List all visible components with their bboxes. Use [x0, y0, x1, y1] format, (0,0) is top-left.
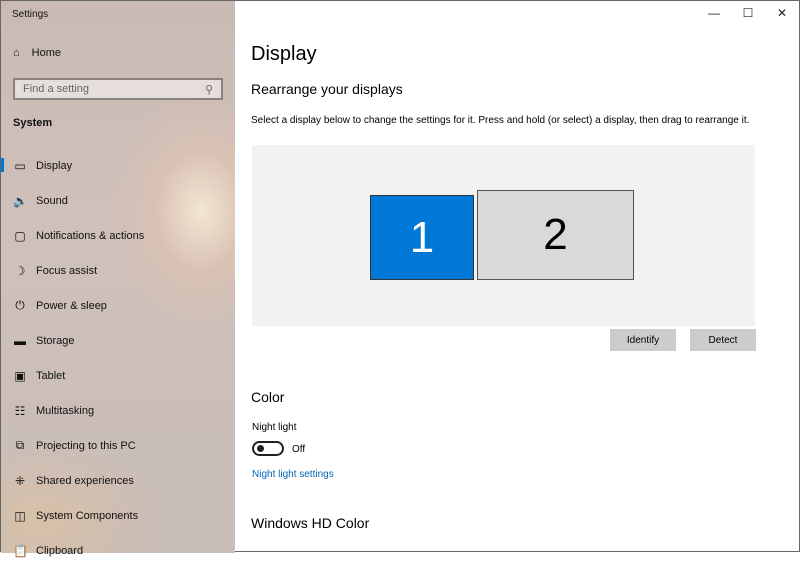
sidebar-item-label: Projecting to this PC: [36, 439, 136, 452]
main-content: — ☐ ✕ Display Rearrange your displays Se…: [235, 1, 799, 553]
home-link[interactable]: ⌂ Home: [13, 47, 61, 59]
clipboard-icon: 📋: [13, 543, 28, 558]
sidebar-item-notifications-actions[interactable]: ▢ Notifications & actions: [1, 218, 235, 253]
nav-list: ▭ Display 🔈 Sound ▢ Notifications & actions ☽ F…: [1, 148, 235, 568]
sidebar-item-label: Multitasking: [36, 404, 95, 417]
identify-button[interactable]: Identify: [610, 329, 676, 351]
app-title: Settings: [12, 9, 49, 20]
detect-button[interactable]: Detect: [690, 329, 756, 351]
home-label: Home: [31, 47, 61, 59]
search-icon: ⚲: [204, 84, 213, 96]
sidebar-item-label: Shared experiences: [36, 474, 134, 487]
section-heading: System: [13, 117, 53, 129]
storage-icon: ▬: [14, 333, 26, 348]
rearrange-description: Select a display below to change the set…: [251, 115, 750, 126]
rearrange-heading: Rearrange your displays: [251, 81, 403, 97]
sidebar-item-label: Tablet: [36, 369, 66, 382]
minimize-icon[interactable]: —: [697, 1, 731, 25]
sidebar-item-system-components[interactable]: ◫ System Components: [1, 498, 235, 533]
sidebar-item-sound[interactable]: 🔈 Sound: [1, 183, 235, 218]
night-light-settings-link[interactable]: Night light settings: [252, 469, 334, 480]
multitasking-icon: ☷: [14, 403, 26, 418]
sidebar-item-tablet[interactable]: ▣ Tablet: [1, 358, 235, 393]
sidebar-item-display[interactable]: ▭ Display: [1, 148, 235, 183]
night-light-state: Off: [292, 444, 306, 455]
shared-experiences-icon: ⁜: [14, 473, 26, 488]
maximize-icon[interactable]: ☐: [731, 1, 765, 25]
sidebar: Settings ⌂ Home Find a setting ⚲ System ▭ D…: [1, 1, 235, 558]
power-icon: ⏻: [15, 298, 25, 312]
night-light-label: Night light: [252, 422, 297, 433]
sidebar-item-label: Power & sleep: [36, 299, 107, 312]
projecting-icon: ⧉: [15, 438, 25, 452]
sidebar-item-label: Focus assist: [36, 264, 98, 277]
monitor-1[interactable]: 1: [370, 195, 474, 280]
sidebar-item-multitasking[interactable]: ☷ Multitasking: [1, 393, 235, 428]
display-arrangement: 1 2: [252, 145, 755, 326]
close-icon[interactable]: ✕: [765, 1, 799, 25]
sidebar-item-label: Notifications & actions: [36, 229, 145, 242]
search-input[interactable]: Find a setting ⚲: [13, 78, 223, 100]
components-icon: ◫: [14, 508, 26, 523]
sidebar-item-label: Storage: [36, 334, 75, 347]
search-placeholder: Find a setting: [23, 83, 90, 95]
sidebar-item-focus-assist[interactable]: ☽ Focus assist: [1, 253, 235, 288]
sidebar-item-power-sleep[interactable]: ⏻ Power & sleep: [1, 288, 235, 323]
speaker-icon: 🔈: [13, 193, 28, 208]
sidebar-item-clipboard[interactable]: 📋 Clipboard: [1, 533, 235, 568]
sidebar-item-label: Clipboard: [36, 544, 84, 557]
page-title: Display: [251, 43, 317, 65]
sidebar-item-shared-experiences[interactable]: ⁜ Shared experiences: [1, 463, 235, 498]
monitor-2[interactable]: 2: [477, 190, 634, 280]
home-icon: ⌂: [13, 47, 20, 59]
sidebar-item-label: Display: [36, 159, 73, 172]
sidebar-item-label: Sound: [36, 194, 68, 207]
hd-color-heading: Windows HD Color: [251, 515, 370, 531]
moon-icon: ☽: [14, 263, 26, 278]
tablet-icon: ▣: [14, 368, 26, 383]
sidebar-item-label: System Components: [36, 509, 139, 522]
window-controls: — ☐ ✕: [697, 1, 799, 25]
color-heading: Color: [251, 389, 285, 405]
sidebar-item-projecting-to-this-pc[interactable]: ⧉ Projecting to this PC: [1, 428, 235, 463]
monitor-icon: ▭: [14, 158, 26, 173]
night-light-toggle[interactable]: [252, 441, 284, 456]
sidebar-item-storage[interactable]: ▬ Storage: [1, 323, 235, 358]
notification-icon: ▢: [14, 228, 26, 243]
